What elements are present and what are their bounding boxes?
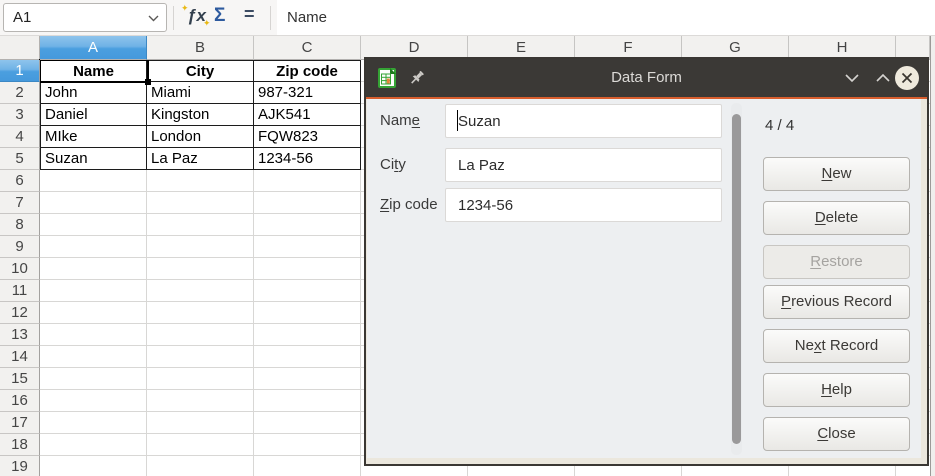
libreoffice-calc-window: A1 ✦ ƒx ✦ Σ = Name bbox=[0, 0, 935, 476]
formula-text: Name bbox=[287, 0, 327, 35]
separator bbox=[173, 6, 174, 30]
formula-bar: A1 ✦ ƒx ✦ Σ = Name bbox=[0, 0, 935, 36]
name-field-label: Name bbox=[380, 104, 450, 138]
name-box[interactable]: A1 bbox=[3, 3, 167, 32]
row-header-18[interactable]: 18 bbox=[0, 434, 40, 456]
roll-up-icon[interactable] bbox=[874, 70, 892, 86]
new-button[interactable]: New bbox=[763, 157, 910, 191]
table-cell[interactable]: Miami bbox=[147, 82, 254, 104]
row-header-6[interactable]: 6 bbox=[0, 170, 40, 192]
record-position: 4 / 4 bbox=[765, 117, 794, 134]
city-field-label: City bbox=[380, 148, 450, 182]
table-cell[interactable]: AJK541 bbox=[254, 104, 361, 126]
formula-input[interactable]: Name bbox=[277, 0, 935, 35]
table-header-cell[interactable]: City bbox=[147, 60, 254, 82]
row-header-9[interactable]: 9 bbox=[0, 236, 40, 258]
table-header-cell[interactable]: Zip code bbox=[254, 60, 361, 82]
zipcode-field[interactable] bbox=[445, 188, 722, 222]
close-dialog-button[interactable]: Close bbox=[763, 417, 910, 451]
form-scrollbar-thumb[interactable] bbox=[732, 114, 741, 444]
roll-down-icon[interactable] bbox=[843, 70, 861, 86]
form-scrollbar[interactable] bbox=[731, 103, 742, 455]
row-header-13[interactable]: 13 bbox=[0, 324, 40, 346]
row-header-17[interactable]: 17 bbox=[0, 412, 40, 434]
row-header-16[interactable]: 16 bbox=[0, 390, 40, 412]
column-header-B[interactable]: B bbox=[147, 36, 254, 60]
name-field[interactable] bbox=[445, 104, 722, 138]
column-header-C[interactable]: C bbox=[254, 36, 361, 60]
table-cell[interactable]: La Paz bbox=[147, 148, 254, 170]
data-form-dialog: Data Form Name City Zip code bbox=[364, 57, 929, 466]
row-header-8[interactable]: 8 bbox=[0, 214, 40, 236]
cell-reference: A1 bbox=[13, 4, 31, 31]
row-header-5[interactable]: 5 bbox=[0, 148, 40, 170]
sum-icon[interactable]: Σ bbox=[214, 5, 225, 27]
city-field[interactable] bbox=[445, 148, 722, 182]
scrollbar-edge-strip bbox=[930, 36, 935, 476]
row-header-10[interactable]: 10 bbox=[0, 258, 40, 280]
row-header-7[interactable]: 7 bbox=[0, 192, 40, 214]
select-all-corner[interactable] bbox=[0, 36, 40, 60]
previous-record-button[interactable]: Previous Record bbox=[763, 285, 910, 319]
close-button[interactable] bbox=[895, 66, 919, 90]
table-cell[interactable]: Daniel bbox=[40, 104, 147, 126]
table-cell[interactable]: FQW823 bbox=[254, 126, 361, 148]
table-cell[interactable]: Kingston bbox=[147, 104, 254, 126]
text-caret bbox=[457, 110, 458, 131]
table-cell[interactable]: London bbox=[147, 126, 254, 148]
table-cell[interactable]: John bbox=[40, 82, 147, 104]
next-record-button[interactable]: Next Record bbox=[763, 329, 910, 363]
chevron-down-icon[interactable] bbox=[148, 15, 159, 22]
row-header-19[interactable]: 19 bbox=[0, 456, 40, 476]
sparkle-icon: ✦ bbox=[203, 18, 211, 29]
equals-icon[interactable]: = bbox=[244, 4, 255, 25]
row-header-15[interactable]: 15 bbox=[0, 368, 40, 390]
row-header-14[interactable]: 14 bbox=[0, 346, 40, 368]
table-cell[interactable]: 987-321 bbox=[254, 82, 361, 104]
table-cell[interactable]: 1234-56 bbox=[254, 148, 361, 170]
function-wizard-icon[interactable]: ✦ ƒx ✦ bbox=[183, 4, 211, 32]
row-header-4[interactable]: 4 bbox=[0, 126, 40, 148]
row-header-2[interactable]: 2 bbox=[0, 82, 40, 104]
table-cell[interactable]: MIke bbox=[40, 126, 147, 148]
table-cell[interactable]: Suzan bbox=[40, 148, 147, 170]
close-icon bbox=[901, 72, 913, 84]
table-header-cell[interactable]: Name bbox=[40, 60, 147, 82]
dialog-content: Name City Zip code 4 / 4 New Delete Rest… bbox=[367, 99, 921, 458]
column-header-A[interactable]: A bbox=[40, 36, 147, 60]
zipcode-field-label: Zip code bbox=[380, 188, 450, 222]
restore-button[interactable]: Restore bbox=[763, 245, 910, 279]
row-header-11[interactable]: 11 bbox=[0, 280, 40, 302]
separator bbox=[270, 6, 271, 30]
help-button[interactable]: Help bbox=[763, 373, 910, 407]
row-header-3[interactable]: 3 bbox=[0, 104, 40, 126]
row-header-12[interactable]: 12 bbox=[0, 302, 40, 324]
dialog-titlebar[interactable]: Data Form bbox=[366, 59, 927, 97]
delete-button[interactable]: Delete bbox=[763, 201, 910, 235]
row-header-1[interactable]: 1 bbox=[0, 60, 40, 82]
